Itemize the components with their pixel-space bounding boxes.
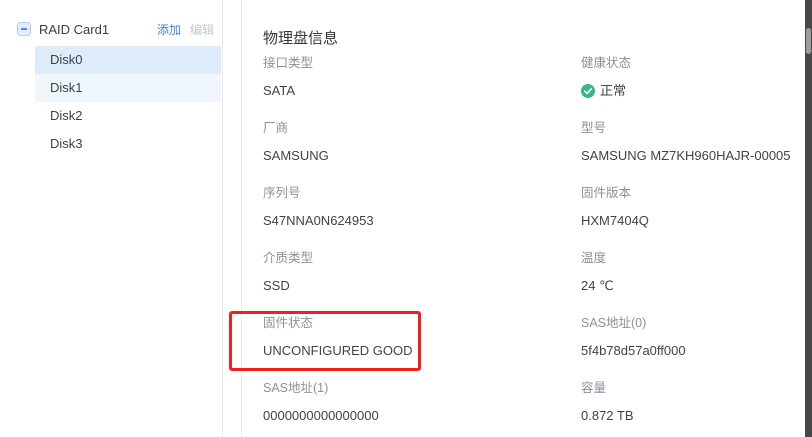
- field-label: 接口类型: [263, 55, 563, 71]
- field-serial-number: 序列号 S47NNA0N624953: [263, 185, 563, 229]
- sidebar-item-disk2[interactable]: Disk2: [35, 102, 221, 130]
- scrollbar-track[interactable]: [805, 0, 812, 437]
- field-label: SAS地址(1): [263, 380, 563, 396]
- field-label: 健康状态: [581, 55, 812, 71]
- field-firmware-version: 固件版本 HXM7404Q: [581, 185, 812, 229]
- field-value: UNCONFIGURED GOOD: [263, 343, 563, 359]
- field-health-status: 健康状态 正常: [581, 55, 812, 99]
- sidebar-item-disk1[interactable]: Disk1: [35, 74, 221, 102]
- edit-link[interactable]: 编辑: [190, 21, 214, 38]
- field-label: 容量: [581, 380, 812, 396]
- field-temperature: 温度 24 ℃: [581, 250, 812, 294]
- field-label: 型号: [581, 120, 812, 136]
- field-label: 固件状态: [263, 315, 563, 331]
- field-value: SAMSUNG MZ7KH960HAJR-00005: [581, 148, 812, 164]
- field-value: 0000000000000000: [263, 408, 563, 424]
- field-interface-type: 接口类型 SATA: [263, 55, 563, 99]
- scrollbar-thumb[interactable]: [806, 28, 811, 54]
- disk-list: Disk0 Disk1 Disk2 Disk3: [35, 46, 221, 158]
- field-label: 介质类型: [263, 250, 563, 266]
- field-capacity: 容量 0.872 TB: [581, 380, 812, 424]
- field-label: 温度: [581, 250, 812, 266]
- field-value: HXM7404Q: [581, 213, 812, 229]
- health-status-text: 正常: [600, 83, 626, 99]
- raid-tree-sidebar: RAID Card1 添加 编辑 Disk0 Disk1 Disk2 Disk3: [0, 0, 223, 437]
- field-label: 序列号: [263, 185, 563, 201]
- field-value: 5f4b78d57a0ff000: [581, 343, 812, 359]
- tree-node-label: RAID Card1: [39, 22, 157, 37]
- add-link[interactable]: 添加: [157, 21, 181, 38]
- field-label: 固件版本: [581, 185, 812, 201]
- field-sas-address-0: SAS地址(0) 5f4b78d57a0ff000: [581, 315, 812, 359]
- field-value: 24 ℃: [581, 278, 812, 294]
- field-label: SAS地址(0): [581, 315, 812, 331]
- field-value: SSD: [263, 278, 563, 294]
- field-firmware-state: 固件状态 UNCONFIGURED GOOD: [263, 315, 563, 359]
- field-sas-address-1: SAS地址(1) 0000000000000000: [263, 380, 563, 424]
- field-vendor: 厂商 SAMSUNG: [263, 120, 563, 164]
- field-value: SATA: [263, 83, 563, 99]
- field-value: SAMSUNG: [263, 148, 563, 164]
- sidebar-item-disk3[interactable]: Disk3: [35, 130, 221, 158]
- page-title: 物理盘信息: [263, 27, 338, 48]
- field-value: 0.872 TB: [581, 408, 812, 424]
- physical-disk-page: RAID Card1 添加 编辑 Disk0 Disk1 Disk2 Disk3…: [0, 0, 812, 437]
- field-value: S47NNA0N624953: [263, 213, 563, 229]
- check-circle-icon: [581, 84, 595, 98]
- sidebar-item-disk0[interactable]: Disk0: [35, 46, 221, 74]
- disk-info-panel: 物理盘信息 接口类型 SATA 健康状态 正常 厂商 SAMSUNG 型号 SA…: [241, 0, 805, 437]
- field-value: 正常: [581, 83, 812, 99]
- tree-node-raid-card: RAID Card1 添加 编辑: [0, 16, 222, 42]
- field-media-type: 介质类型 SSD: [263, 250, 563, 294]
- field-label: 厂商: [263, 120, 563, 136]
- field-model: 型号 SAMSUNG MZ7KH960HAJR-00005: [581, 120, 812, 164]
- collapse-icon[interactable]: [17, 22, 31, 36]
